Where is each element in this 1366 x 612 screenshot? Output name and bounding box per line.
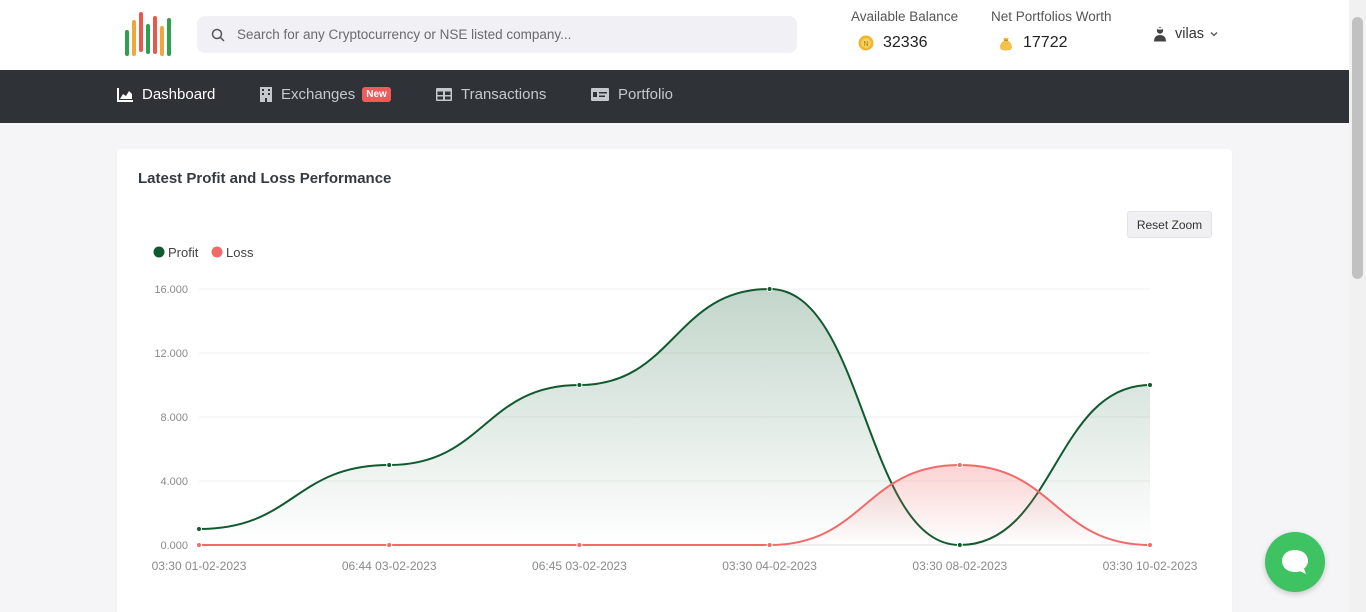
y-tick-label: 8.000 [160,412,188,424]
chevron-down-icon [1210,32,1218,37]
legend-label[interactable]: Loss [226,245,254,260]
nav-exchanges[interactable]: Exchanges New [260,86,391,103]
chat-bubble-icon [1282,550,1308,574]
nav-portfolio-label: Portfolio [618,86,674,103]
legend-marker[interactable] [153,246,165,258]
data-point[interactable] [1147,542,1153,548]
search-input[interactable] [237,27,777,42]
data-point[interactable] [576,542,583,548]
app-logo[interactable] [125,12,173,58]
svg-text:N: N [863,41,868,48]
available-balance: Available Balance N 32336 [851,9,958,52]
data-point[interactable] [196,542,202,548]
main-navigation: Dashboard Exchanges New Transactions Por… [0,70,1349,123]
nav-exchanges-label: Exchanges [281,86,356,103]
user-menu[interactable]: vilas [1152,26,1218,42]
money-bag-icon [1000,38,1012,51]
available-balance-value: 32336 [883,34,928,51]
data-point[interactable] [766,286,773,292]
performance-card: Latest Profit and Loss Performance 0.000… [117,149,1232,612]
data-point[interactable] [956,462,963,468]
nav-transactions[interactable]: Transactions [436,86,546,103]
profit-loss-chart: 0.000 4.000 8.000 12.000 16.000 03:30 01-02-2… [152,245,1198,573]
money-check-icon [591,88,609,101]
scrollbar-thumb[interactable] [1352,17,1363,279]
y-tick-label: 0.000 [160,540,188,552]
building-icon [260,87,272,102]
net-portfolio-label: Net Portfolios Worth [991,9,1112,24]
nav-dashboard[interactable]: Dashboard [117,86,215,103]
nav-transactions-label: Transactions [461,86,547,103]
data-point[interactable] [386,462,393,468]
top-header: Available Balance N 32336 Net Portfolios… [0,0,1349,70]
x-tick-label: 03:30 04-02-2023 [722,559,817,573]
x-tick-label: 03:30 01-02-2023 [152,559,247,573]
legend-marker[interactable] [211,246,223,258]
x-tick-label: 03:30 10-02-2023 [1103,559,1198,573]
x-tick-label: 03:30 08-02-2023 [912,559,1007,573]
user-name: vilas [1175,26,1205,42]
coin-icon: N [858,35,874,51]
user-icon [1154,27,1166,42]
chart-area-icon [117,87,133,102]
legend-label[interactable]: Profit [168,245,199,260]
nav-dashboard-label: Dashboard [142,86,216,103]
x-tick-label: 06:45 03-02-2023 [532,559,627,573]
y-tick-label: 12.000 [154,348,188,360]
y-tick-label: 16.000 [154,284,188,296]
y-tick-label: 4.000 [160,476,188,488]
reset-zoom-button[interactable]: Reset Zoom [1127,211,1212,238]
x-tick-label: 06:44 03-02-2023 [342,559,437,573]
search-bar[interactable] [197,16,797,53]
data-point[interactable] [766,542,773,548]
table-icon [436,88,452,101]
data-point[interactable] [576,382,583,388]
data-point[interactable] [196,526,202,532]
new-badge: New [362,87,391,102]
chat-button[interactable] [1265,532,1325,592]
net-portfolio-value: 17722 [1023,34,1068,51]
data-point[interactable] [386,542,393,548]
net-portfolio-worth: Net Portfolios Worth 17722 [991,9,1112,52]
scrollbar[interactable] [1349,0,1366,612]
nav-portfolio[interactable]: Portfolio [591,86,673,103]
available-balance-label: Available Balance [851,9,959,24]
search-icon [211,28,225,42]
data-point[interactable] [1147,382,1153,388]
